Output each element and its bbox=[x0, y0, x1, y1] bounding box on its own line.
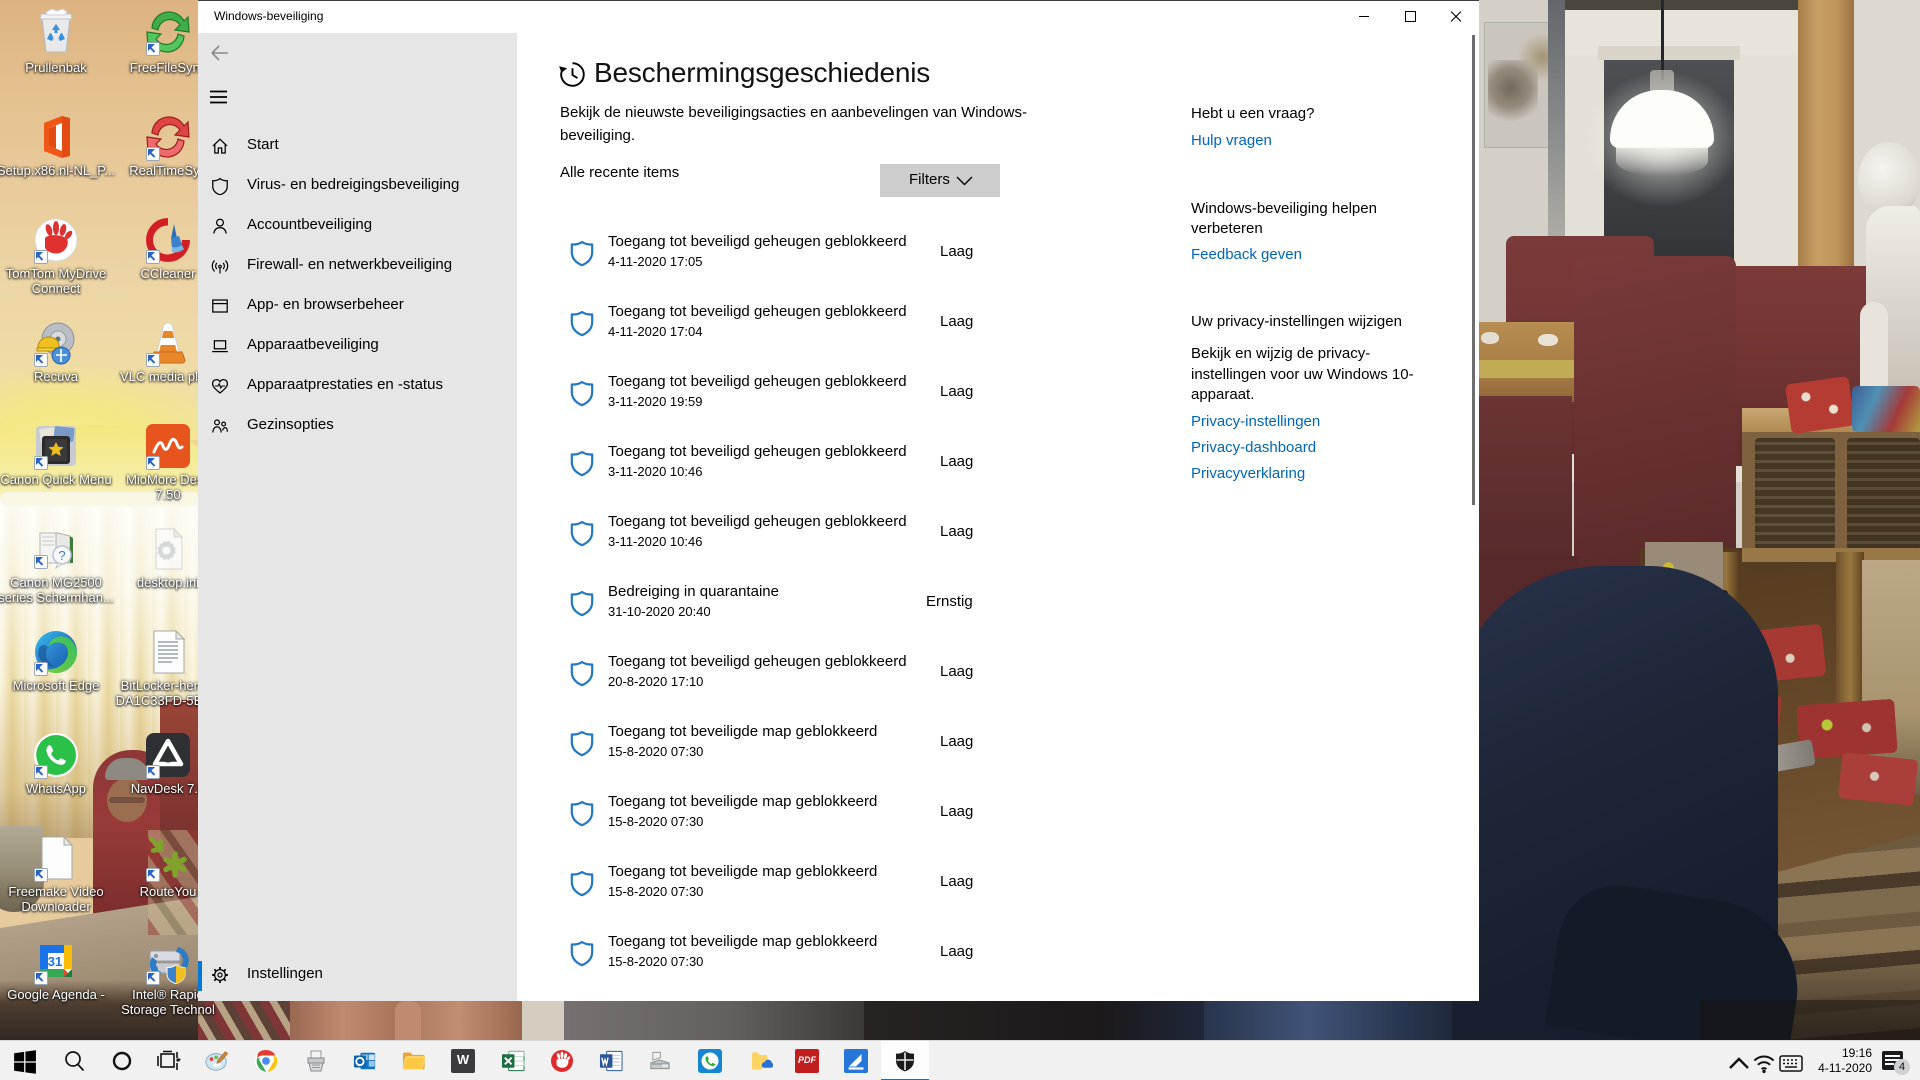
svg-text:?: ? bbox=[58, 548, 65, 563]
svg-text:31: 31 bbox=[48, 954, 62, 969]
